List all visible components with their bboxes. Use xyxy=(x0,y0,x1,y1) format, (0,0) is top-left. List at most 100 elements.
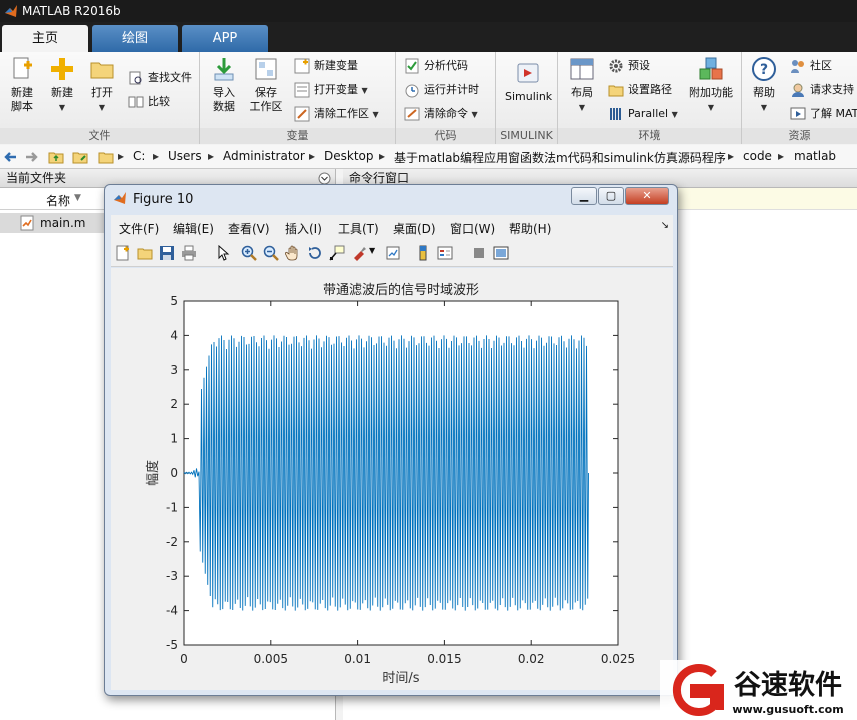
analyze-code-label: 分析代码 xyxy=(424,59,468,72)
run-and-time-button[interactable]: 运行并计时 xyxy=(404,80,479,100)
brush-dropdown-icon[interactable]: ▼ xyxy=(369,246,375,255)
addons-label: 附加功能 xyxy=(689,86,733,99)
menu-window[interactable]: 窗口(W) xyxy=(450,220,495,237)
addons-cubes-icon xyxy=(699,57,723,80)
m-file-icon xyxy=(20,215,34,231)
browse-folder-icon[interactable] xyxy=(72,149,88,165)
file-name: main.m xyxy=(40,216,86,230)
tab-apps[interactable]: APP xyxy=(182,25,268,52)
new-variable-button[interactable]: 新建变量 xyxy=(294,56,358,76)
show-plot-tools-icon[interactable] xyxy=(493,245,509,261)
zoom-out-icon[interactable] xyxy=(263,245,279,261)
menu-view[interactable]: 查看(V) xyxy=(228,220,270,237)
save-icon[interactable] xyxy=(159,245,175,261)
y-tick-label: -5 xyxy=(166,638,178,652)
path-part-desktop[interactable]: Desktop xyxy=(324,149,374,163)
figure-title-bar[interactable]: Figure 10 ▁ ▢ ✕ xyxy=(105,185,677,213)
open-file-icon[interactable] xyxy=(137,245,153,261)
path-part-drive[interactable]: C: xyxy=(133,149,145,163)
y-tick-label: 2 xyxy=(170,397,178,411)
help-button[interactable]: ? 帮助 ▼ xyxy=(742,56,786,122)
import-data-button[interactable]: 导入 数据 xyxy=(202,56,246,122)
analyze-code-button[interactable]: 分析代码 xyxy=(404,56,468,76)
close-button[interactable]: ✕ xyxy=(625,187,669,205)
path-part-project-folder[interactable]: 基于matlab编程应用窗函数法m代码和simulink仿真源码程序 xyxy=(394,149,726,166)
layout-button[interactable]: 布局 ▼ xyxy=(560,56,604,122)
open-button[interactable]: 打开 ▼ xyxy=(80,56,124,122)
path-part-matlab[interactable]: matlab xyxy=(794,149,836,163)
help-label: 帮助 xyxy=(753,86,775,99)
new-plus-icon xyxy=(51,58,73,80)
brush-icon[interactable] xyxy=(351,245,367,261)
set-path-button[interactable]: 设置路径 xyxy=(608,80,672,100)
rotate-3d-icon[interactable] xyxy=(307,245,323,261)
plot-area[interactable]: 带通滤波后的信号时域波形 时间/s 幅度 0 0.005 0.01 0.015 0.02… xyxy=(111,268,673,690)
menu-file[interactable]: 文件(F) xyxy=(119,220,159,237)
matlab-logo-icon xyxy=(5,5,17,17)
address-bar: ▸ C: ▸ Users ▸ Administrator ▸ Desktop ▸… xyxy=(0,145,857,169)
clear-commands-label: 清除命令 xyxy=(424,107,468,120)
command-window-title: 命令行窗口 xyxy=(349,171,410,185)
menu-desktop[interactable]: 桌面(D) xyxy=(393,220,436,237)
hide-plot-tools-icon[interactable] xyxy=(471,245,487,261)
new-figure-icon[interactable] xyxy=(115,245,131,261)
data-cursor-icon[interactable] xyxy=(329,245,345,261)
back-arrow-icon[interactable] xyxy=(4,150,18,164)
folder-open-icon xyxy=(90,62,114,79)
request-support-button[interactable]: 请求支持 xyxy=(790,80,854,100)
tab-home[interactable]: 主页 xyxy=(2,25,88,52)
learn-matlab-button[interactable]: 了解 MAT xyxy=(790,104,857,124)
figure-canvas[interactable]: 带通滤波后的信号时域波形 时间/s 幅度 0 0.005 0.01 0.015 0.02… xyxy=(111,268,673,690)
path-part-administrator[interactable]: Administrator xyxy=(223,149,305,163)
save-workspace-button[interactable]: 保存 工作区 xyxy=(244,56,288,122)
open-variable-button[interactable]: 打开变量 ▼ xyxy=(294,80,368,100)
watermark-logo: 谷速软件 www.gusuoft.com xyxy=(660,660,857,720)
clear-commands-button[interactable]: 清除命令 ▼ xyxy=(404,104,478,124)
tab-plots[interactable]: 绘图 xyxy=(92,25,178,52)
addons-button[interactable]: 附加功能 ▼ xyxy=(686,56,736,122)
community-button[interactable]: 社区 xyxy=(790,56,832,76)
new-dropdown-icon: ▼ xyxy=(58,103,66,112)
new-script-label: 新建 脚本 xyxy=(11,86,33,113)
print-icon[interactable] xyxy=(181,245,197,261)
resources-group-label: 资源 xyxy=(742,128,857,144)
legend-icon[interactable] xyxy=(437,245,453,261)
pan-hand-icon[interactable] xyxy=(285,245,301,261)
menu-tools[interactable]: 工具(T) xyxy=(338,220,379,237)
forward-arrow-icon[interactable] xyxy=(24,150,38,164)
parallel-button[interactable]: Parallel ▼ xyxy=(608,104,678,124)
y-tick-label: 1 xyxy=(170,432,178,446)
minimize-button[interactable]: ▁ xyxy=(571,187,597,205)
path-separator-icon: ▸ xyxy=(118,149,125,163)
x-tick-label: 0.005 xyxy=(254,652,288,666)
up-folder-icon[interactable] xyxy=(48,149,64,165)
zoom-in-icon[interactable] xyxy=(241,245,257,261)
figure-window[interactable]: Figure 10 ▁ ▢ ✕ 文件(F) 编辑(E) 查看(V) 插入(I) … xyxy=(104,184,678,696)
link-plot-icon[interactable] xyxy=(385,245,401,261)
preferences-button[interactable]: 预设 xyxy=(608,56,650,76)
menu-help[interactable]: 帮助(H) xyxy=(509,220,551,237)
find-files-button[interactable]: 查找文件 xyxy=(128,68,192,88)
window-title: MATLAB R2016b xyxy=(22,4,121,18)
path-part-code[interactable]: code xyxy=(743,149,772,163)
dock-arrow-icon[interactable]: ↘ xyxy=(661,220,669,231)
new-button[interactable]: 新建 ▼ xyxy=(40,56,84,122)
environment-group-label: 环境 xyxy=(558,128,741,144)
maximize-button[interactable]: ▢ xyxy=(598,187,624,205)
path-part-users[interactable]: Users xyxy=(168,149,202,163)
clear-workspace-button[interactable]: 清除工作区 ▼ xyxy=(294,104,379,124)
import-data-icon xyxy=(214,58,234,81)
compare-button[interactable]: 比较 xyxy=(128,92,170,112)
pointer-arrow-icon[interactable] xyxy=(215,245,231,261)
svg-text:?: ? xyxy=(760,62,768,78)
y-tick-label: -2 xyxy=(166,535,178,549)
open-dropdown-icon: ▼ xyxy=(98,103,106,112)
save-workspace-icon xyxy=(255,58,277,80)
chart-xlabel: 时间/s xyxy=(382,671,419,686)
menu-insert[interactable]: 插入(I) xyxy=(285,220,322,237)
colorbar-icon[interactable] xyxy=(415,245,431,261)
name-column-header[interactable]: 名称 xyxy=(46,192,70,209)
menu-edit[interactable]: 编辑(E) xyxy=(173,220,214,237)
simulink-button[interactable]: Simulink xyxy=(505,60,552,126)
new-script-button[interactable]: 新建 脚本 xyxy=(0,56,44,122)
